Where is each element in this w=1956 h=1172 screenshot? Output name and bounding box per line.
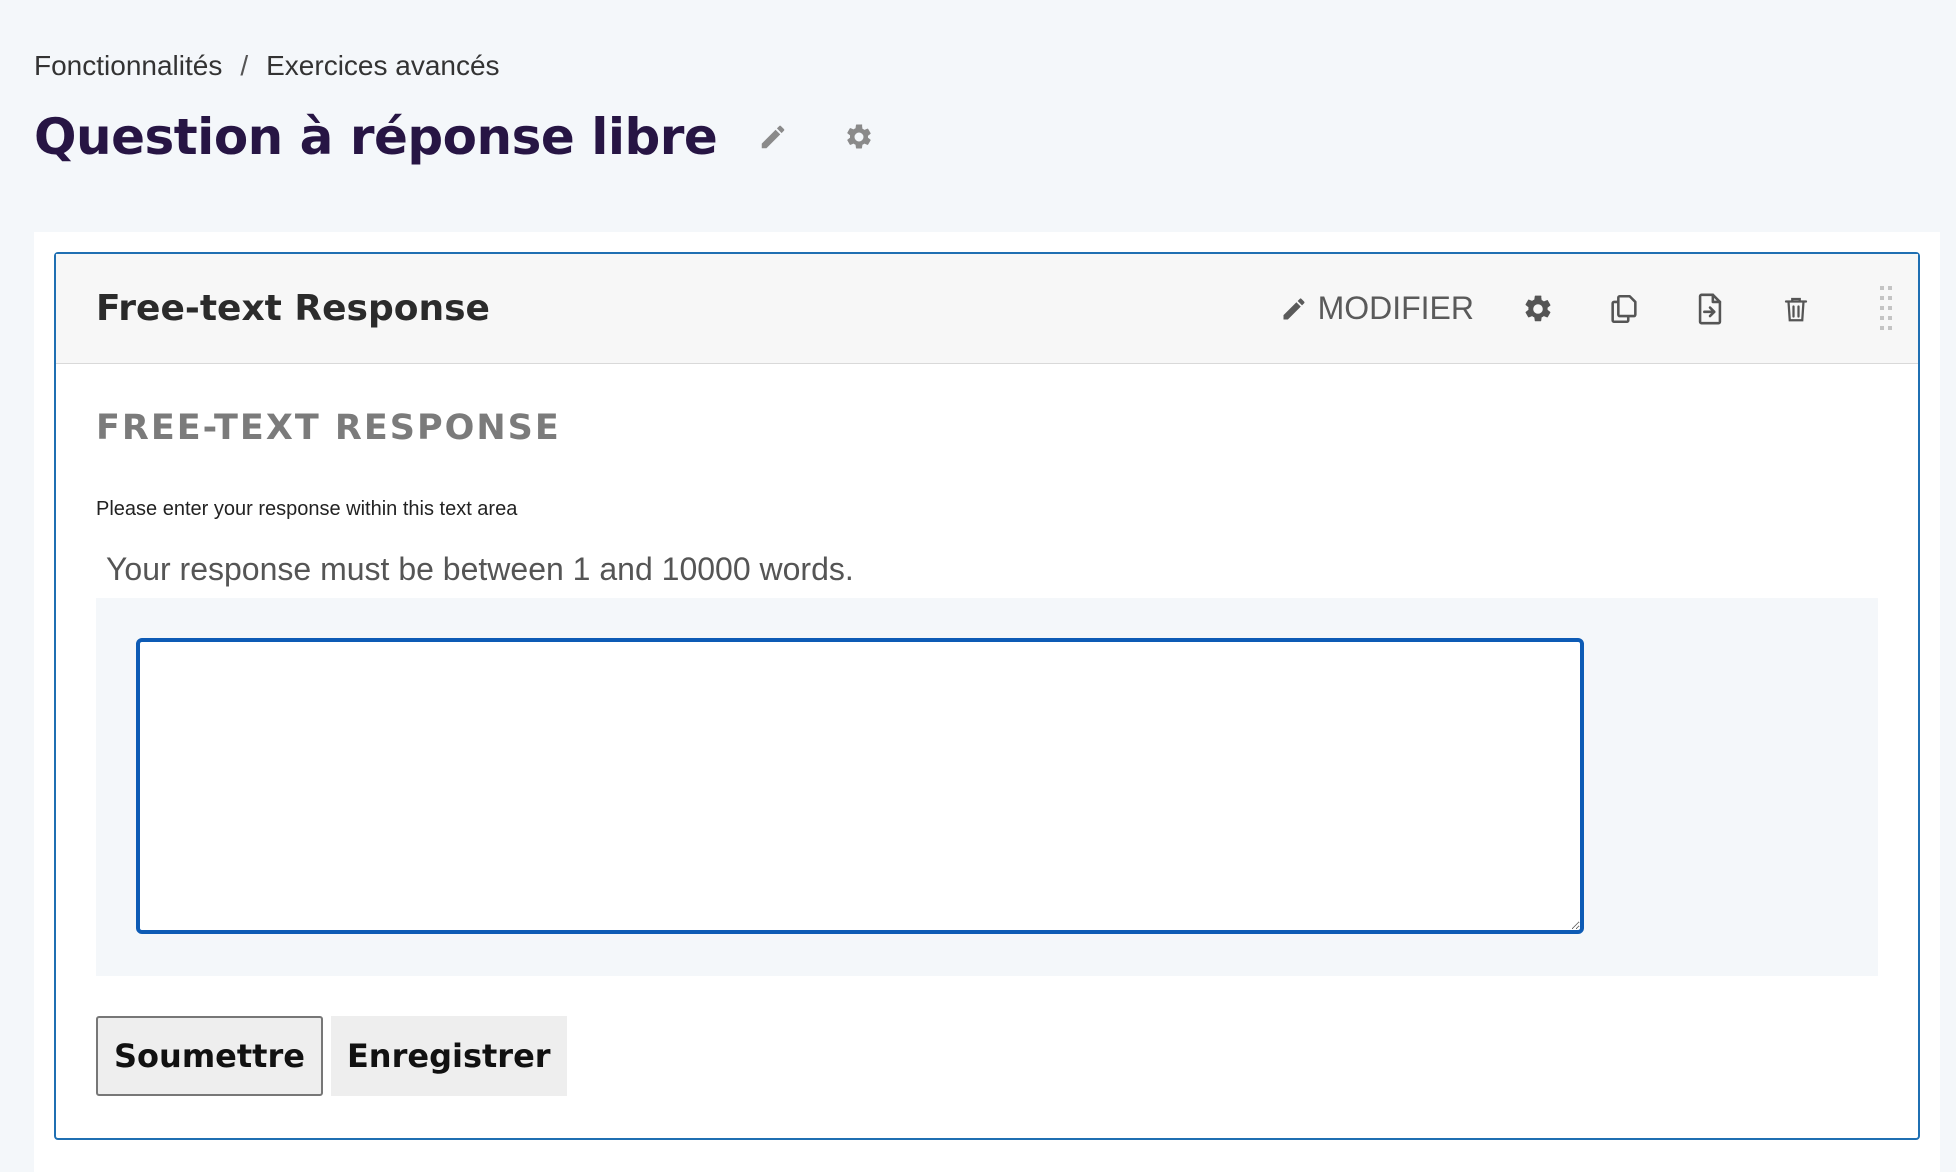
duplicate-icon[interactable] (1604, 289, 1644, 329)
action-buttons: Soumettre Enregistrer (96, 1016, 1878, 1096)
response-textarea[interactable] (136, 638, 1584, 934)
breadcrumb-separator: / (240, 50, 249, 81)
xblock-title: Free-text Response (96, 288, 490, 329)
xblock-container: Free-text Response MODIFIER FREE-TEXT RE… (54, 252, 1920, 1140)
pencil-icon[interactable] (753, 117, 793, 157)
xblock-body: FREE-TEXT RESPONSE Please enter your res… (56, 364, 1918, 1096)
gear-icon[interactable] (1518, 289, 1558, 329)
submit-button[interactable]: Soumettre (96, 1016, 323, 1096)
pencil-icon (1280, 295, 1318, 323)
drag-handle-icon[interactable] (1874, 284, 1898, 334)
content-panel: Free-text Response MODIFIER FREE-TEXT RE… (34, 232, 1940, 1172)
word-limit-text: Your response must be between 1 and 1000… (106, 551, 854, 587)
save-button[interactable]: Enregistrer (330, 1016, 567, 1096)
breadcrumb-item-fonctionnalites[interactable]: Fonctionnalités (34, 50, 222, 82)
answer-area (96, 598, 1878, 976)
breadcrumb-item-current: Exercices avancés (266, 50, 500, 81)
trash-icon[interactable] (1776, 289, 1816, 329)
page-title: Question à réponse libre (34, 108, 718, 166)
breadcrumb: Fonctionnalités / Exercices avancés (34, 50, 500, 82)
move-icon[interactable] (1690, 289, 1730, 329)
xblock-header: Free-text Response MODIFIER (56, 254, 1918, 364)
problem-prompt: Please enter your response within this t… (96, 498, 518, 520)
modify-label: MODIFIER (1317, 290, 1474, 326)
modify-button[interactable]: MODIFIER (1280, 290, 1474, 327)
page-header: Question à réponse libre (34, 108, 879, 166)
gear-icon[interactable] (839, 117, 879, 157)
problem-heading: FREE-TEXT RESPONSE (96, 408, 561, 448)
